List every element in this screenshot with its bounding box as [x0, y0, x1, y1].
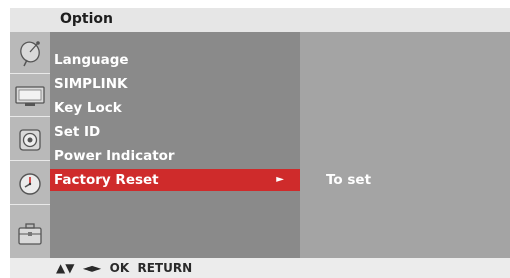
menu-item-language[interactable]: Language: [50, 49, 300, 71]
menu-item-set-id[interactable]: Set ID: [50, 121, 300, 143]
menu-item-key-lock[interactable]: Key Lock: [50, 97, 300, 119]
menu-item-label: Factory Reset: [54, 172, 159, 188]
satellite-dish-icon[interactable]: [10, 32, 50, 74]
menu-item-label: SIMPLINK: [54, 76, 128, 92]
menu-item-label: Set ID: [54, 124, 101, 140]
toolbox-icon[interactable]: [10, 213, 50, 255]
osd-menu: Option Language SIMPLINK Key Lock Set ID…: [0, 0, 510, 278]
submenu-panel: To set: [300, 32, 510, 258]
menu-item-power-indicator[interactable]: Power Indicator: [50, 145, 300, 167]
menu-item-label: Language: [54, 52, 129, 68]
menu-item-label: Power Indicator: [54, 148, 175, 164]
clock-icon[interactable]: [10, 163, 50, 205]
tv-screen-icon[interactable]: [10, 75, 50, 117]
navigation-hint: ▲▼ ◄► OK RETURN: [56, 261, 193, 275]
menu-item-factory-reset[interactable]: Factory Reset ►: [50, 169, 300, 191]
menu-item-simplink[interactable]: SIMPLINK: [50, 73, 300, 95]
navigation-hint-bar: ▲▼ ◄► OK RETURN: [10, 258, 510, 278]
menu-body: Language SIMPLINK Key Lock Set ID Power …: [10, 32, 510, 258]
menu-title: Option: [60, 11, 113, 27]
category-icon-column: [10, 32, 50, 258]
chevron-right-icon: ►: [276, 174, 284, 185]
submenu-option-to-set[interactable]: To set: [326, 172, 371, 188]
option-menu-list: Language SIMPLINK Key Lock Set ID Power …: [50, 32, 300, 258]
menu-item-label: Key Lock: [54, 100, 122, 116]
menu-header: Option: [10, 8, 510, 32]
speaker-icon[interactable]: [10, 119, 50, 161]
